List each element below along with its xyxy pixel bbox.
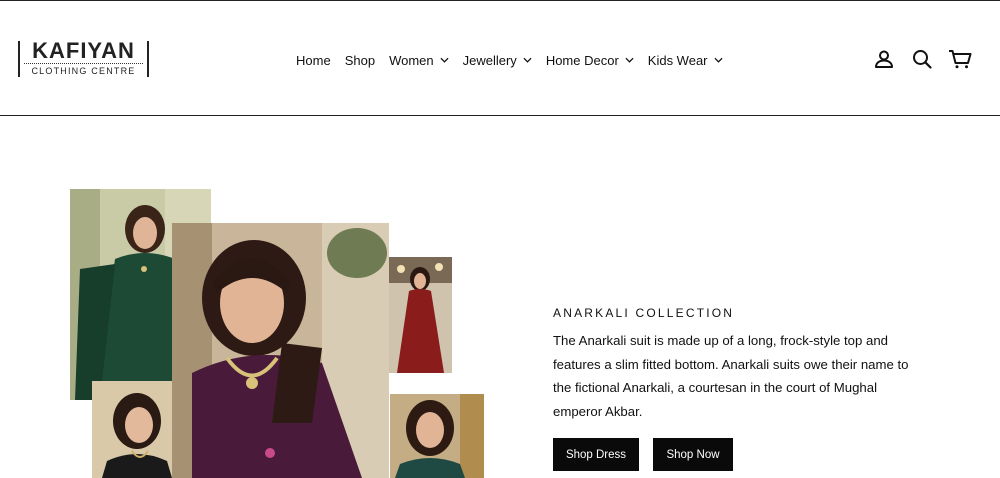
collection-description: The Anarkali suit is made up of a long, … bbox=[553, 333, 909, 419]
cart-icon[interactable] bbox=[948, 48, 972, 70]
account-icon[interactable] bbox=[873, 48, 895, 70]
main-nav: Home Shop Women Jewellery Home Decor Kid… bbox=[296, 50, 737, 70]
chevron-down-icon bbox=[625, 57, 634, 63]
model-black-suit-photo bbox=[92, 381, 172, 478]
nav-label: Shop bbox=[344, 52, 376, 68]
chevron-down-icon bbox=[440, 57, 449, 63]
hero-buttons: Shop Dress Shop Now bbox=[553, 438, 733, 471]
shop-dress-button[interactable]: Shop Dress bbox=[553, 438, 639, 471]
model-red-gown-photo bbox=[389, 257, 452, 373]
nav-label: Women bbox=[389, 52, 434, 68]
nav-item-home[interactable]: Home bbox=[296, 53, 331, 68]
logo-dotted-rule bbox=[24, 63, 143, 64]
nav-label: Kids Wear bbox=[647, 52, 708, 68]
model-teal-suit-photo bbox=[390, 394, 484, 478]
logo-name: KAFIYAN bbox=[32, 38, 135, 63]
nav-item-kids-wear[interactable]: Kids Wear bbox=[648, 53, 723, 68]
shop-now-button[interactable]: Shop Now bbox=[653, 438, 733, 471]
nav-label: Home Decor bbox=[545, 52, 619, 68]
site-header: KAFIYAN CLOTHING CENTRE Home Shop Women … bbox=[0, 1, 1000, 116]
chevron-down-icon bbox=[523, 57, 532, 63]
chevron-down-icon bbox=[713, 57, 723, 63]
nav-item-home-decor[interactable]: Home Decor bbox=[546, 53, 634, 68]
nav-item-jewellery[interactable]: Jewellery bbox=[463, 53, 532, 68]
model-purple-anarkali-photo bbox=[172, 223, 389, 478]
kafiyan-logo[interactable]: KAFIYAN CLOTHING CENTRE bbox=[18, 38, 149, 77]
nav-label: Home bbox=[296, 52, 331, 68]
nav-label: Jewellery bbox=[462, 52, 517, 68]
logo-tagline: CLOTHING CENTRE bbox=[31, 66, 136, 76]
nav-item-shop[interactable]: Shop bbox=[345, 53, 375, 68]
collection-title: ANARKALI COLLECTION bbox=[553, 306, 735, 320]
search-icon[interactable] bbox=[911, 48, 933, 70]
hero-content: ANARKALI COLLECTION The Anarkali suit is… bbox=[553, 306, 933, 471]
nav-item-women[interactable]: Women bbox=[389, 53, 449, 68]
